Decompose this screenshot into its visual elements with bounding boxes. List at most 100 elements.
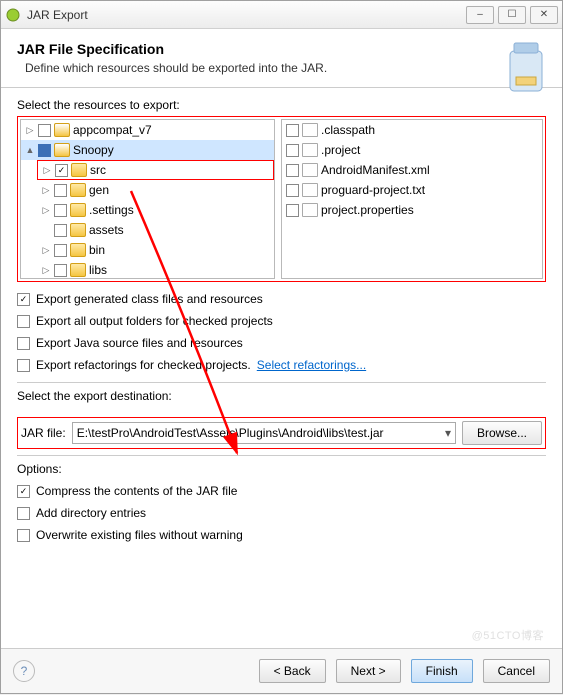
folder-icon	[70, 263, 86, 277]
tree-label: bin	[89, 243, 105, 257]
checkbox-icon[interactable]	[17, 529, 30, 542]
checkbox-icon[interactable]	[17, 337, 30, 350]
tree-item[interactable]: ▷ appcompat_v7	[21, 120, 274, 140]
checkbox-icon[interactable]	[54, 264, 67, 277]
finish-button[interactable]: Finish	[411, 659, 473, 683]
file-label: AndroidManifest.xml	[321, 163, 430, 177]
tree-label: src	[90, 163, 106, 177]
tree-item[interactable]: ▷ gen	[37, 180, 274, 200]
tree-item[interactable]: ▷ src	[37, 160, 274, 180]
folder-icon	[71, 163, 87, 177]
app-icon	[5, 7, 21, 23]
checkbox-icon[interactable]	[54, 204, 67, 217]
file-list[interactable]: .classpath .project AndroidManifest.xml pro…	[281, 119, 543, 279]
resource-panes: ▷ appcompat_v7 ▲ Snoopy ▷ src ▷ gen ▷ .settings as…	[17, 116, 546, 282]
checkbox-icon[interactable]	[54, 244, 67, 257]
jar-icon	[502, 37, 550, 97]
dest-label: Select the export destination:	[17, 389, 546, 403]
checkbox-icon[interactable]	[17, 315, 30, 328]
checkbox-icon[interactable]	[54, 184, 67, 197]
next-button[interactable]: Next >	[336, 659, 401, 683]
expander-icon[interactable]: ▷	[42, 165, 52, 176]
expander-icon[interactable]: ▷	[25, 125, 35, 136]
resources-label: Select the resources to export:	[17, 98, 546, 112]
checkbox-icon[interactable]	[38, 144, 51, 157]
file-icon	[302, 143, 318, 157]
checkbox-icon[interactable]	[54, 224, 67, 237]
file-item[interactable]: .classpath	[282, 120, 542, 140]
tree-label: .settings	[89, 203, 134, 217]
jar-export-window: JAR Export – ☐ ✕ JAR File Specification …	[0, 0, 563, 694]
expander-icon[interactable]: ▲	[25, 145, 35, 155]
checkbox-icon[interactable]	[286, 144, 299, 157]
cancel-button[interactable]: Cancel	[483, 659, 550, 683]
expander-icon[interactable]: ▷	[41, 205, 51, 216]
checkbox-icon[interactable]	[38, 124, 51, 137]
options-label: Options:	[17, 462, 546, 476]
footer: ? < Back Next > Finish Cancel	[1, 648, 562, 693]
file-label: .classpath	[321, 123, 375, 137]
window-title: JAR Export	[27, 8, 466, 22]
expander-icon[interactable]: ▷	[41, 185, 51, 196]
tree-item[interactable]: ▷ .settings	[37, 200, 274, 220]
tree-label: Snoopy	[73, 143, 114, 157]
file-item[interactable]: project.properties	[282, 200, 542, 220]
close-button[interactable]: ✕	[530, 6, 558, 24]
select-refactorings-link[interactable]: Select refactorings...	[257, 358, 366, 372]
checkbox-icon[interactable]	[17, 359, 30, 372]
checkbox-icon[interactable]	[286, 124, 299, 137]
check-export-output[interactable]: Export all output folders for checked pr…	[17, 310, 546, 332]
file-item[interactable]: AndroidManifest.xml	[282, 160, 542, 180]
back-button[interactable]: < Back	[259, 659, 326, 683]
tree-item[interactable]: ▷ libs	[37, 260, 274, 279]
folder-icon	[54, 143, 70, 157]
file-label: project.properties	[321, 203, 414, 217]
banner-sub: Define which resources should be exporte…	[25, 61, 327, 75]
checkbox-icon[interactable]	[55, 164, 68, 177]
checkbox-icon[interactable]	[286, 164, 299, 177]
jar-file-input[interactable]: E:\testPro\AndroidTest\Assets\Plugins\An…	[72, 422, 456, 444]
checkbox-icon[interactable]	[17, 293, 30, 306]
minimize-button[interactable]: –	[466, 6, 494, 24]
help-button[interactable]: ?	[13, 660, 35, 682]
checkbox-icon[interactable]	[17, 485, 30, 498]
check-export-class[interactable]: Export generated class files and resourc…	[17, 288, 546, 310]
check-compress[interactable]: Compress the contents of the JAR file	[17, 480, 546, 502]
folder-icon	[70, 223, 86, 237]
file-icon	[302, 203, 318, 217]
jar-file-row: JAR file: E:\testPro\AndroidTest\Assets\…	[17, 417, 546, 449]
jar-file-label: JAR file:	[21, 426, 66, 440]
file-label: proguard-project.txt	[321, 183, 425, 197]
expander-icon[interactable]: ▷	[41, 265, 51, 276]
check-export-source[interactable]: Export Java source files and resources	[17, 332, 546, 354]
file-item[interactable]: proguard-project.txt	[282, 180, 542, 200]
tree-label: libs	[89, 263, 107, 277]
tree-label: assets	[89, 223, 124, 237]
check-overwrite[interactable]: Overwrite existing files without warning	[17, 524, 546, 546]
folder-icon	[70, 203, 86, 217]
check-add-dir[interactable]: Add directory entries	[17, 502, 546, 524]
expander-icon[interactable]: ▷	[41, 245, 51, 256]
tree-item[interactable]: assets	[37, 220, 274, 240]
project-tree[interactable]: ▷ appcompat_v7 ▲ Snoopy ▷ src ▷ gen ▷ .settings as…	[20, 119, 275, 279]
checkbox-icon[interactable]	[286, 184, 299, 197]
watermark: @51CTO博客	[472, 627, 544, 643]
check-export-refactor[interactable]: Export refactorings for checked projects…	[17, 354, 546, 376]
file-item[interactable]: .project	[282, 140, 542, 160]
maximize-button[interactable]: ☐	[498, 6, 526, 24]
file-icon	[302, 183, 318, 197]
tree-item[interactable]: ▷ bin	[37, 240, 274, 260]
browse-button[interactable]: Browse...	[462, 421, 542, 445]
banner: JAR File Specification Define which reso…	[1, 29, 562, 88]
folder-icon	[70, 183, 86, 197]
checkbox-icon[interactable]	[17, 507, 30, 520]
titlebar: JAR Export – ☐ ✕	[1, 1, 562, 29]
folder-icon	[70, 243, 86, 257]
tree-label: gen	[89, 183, 109, 197]
file-icon	[302, 123, 318, 137]
tree-item[interactable]: ▲ Snoopy	[21, 140, 274, 160]
file-icon	[302, 163, 318, 177]
tree-label: appcompat_v7	[73, 123, 152, 137]
file-label: .project	[321, 143, 360, 157]
checkbox-icon[interactable]	[286, 204, 299, 217]
